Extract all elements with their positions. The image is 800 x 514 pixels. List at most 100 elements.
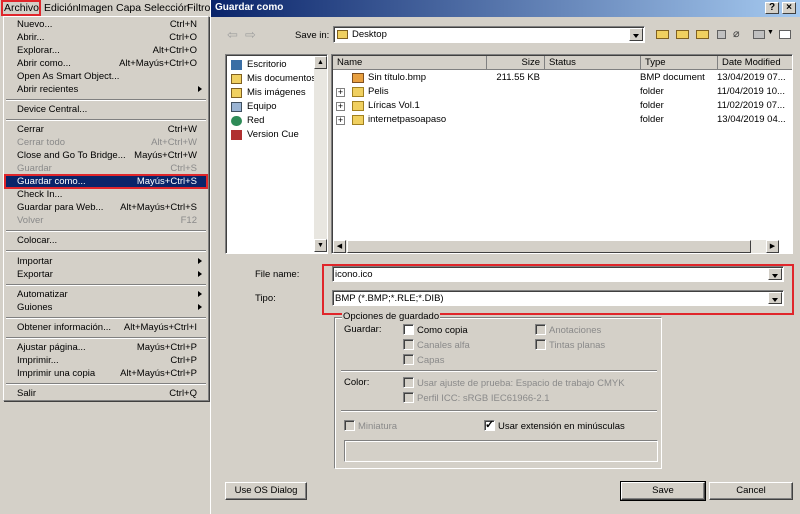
places-scrollbar[interactable]: ▲ ▼ bbox=[314, 56, 327, 252]
menu-separator bbox=[6, 317, 206, 319]
scroll-down-icon[interactable]: ▼ bbox=[314, 239, 327, 252]
menu-item-guardar-web[interactable]: Guardar para Web... Alt+Mayús+Ctrl+S bbox=[5, 201, 207, 214]
menu-item-abrir-como[interactable]: Abrir como... Alt+Mayús+Ctrl+O bbox=[5, 57, 207, 70]
menu-item-check-in[interactable]: Check In... bbox=[5, 188, 207, 201]
canales-alfa-label: Canales alfa bbox=[417, 340, 470, 351]
menu-item-exportar[interactable]: Exportar bbox=[5, 268, 207, 281]
minusculas-checkbox[interactable] bbox=[484, 418, 495, 431]
chevron-down-icon[interactable]: ▼ bbox=[767, 29, 774, 36]
tintas-planas-checkbox bbox=[535, 339, 546, 350]
computer-icon bbox=[231, 102, 242, 112]
menu-capa[interactable]: Capa bbox=[114, 1, 143, 15]
file-row[interactable]: + Pelis folder 11/04/2019 10... bbox=[332, 85, 785, 99]
back-arrow-icon[interactable]: ⇦ bbox=[227, 27, 238, 43]
menu-item-abrir-recientes[interactable]: Abrir recientes bbox=[5, 83, 207, 96]
place-mis-documentos[interactable]: Mis documentos bbox=[228, 72, 318, 86]
column-size[interactable]: Size bbox=[487, 56, 545, 70]
expand-icon[interactable]: + bbox=[336, 88, 345, 97]
tools-menu-icon[interactable] bbox=[753, 28, 767, 40]
type-select[interactable]: BMP (*.BMP;*.RLE;*.DIB) bbox=[332, 290, 784, 306]
menu-item-cerrar[interactable]: Cerrar Ctrl+W bbox=[5, 123, 207, 136]
chevron-down-icon[interactable] bbox=[629, 28, 643, 41]
archivo-dropdown-menu: Nuevo... Ctrl+N Abrir... Ctrl+O Explorar..… bbox=[3, 16, 209, 401]
version-cue-icon bbox=[231, 130, 242, 140]
type-value: BMP (*.BMP;*.RLE;*.DIB) bbox=[335, 293, 444, 304]
place-mis-imagenes[interactable]: Mis imágenes bbox=[228, 86, 318, 100]
menu-item-explorar[interactable]: Explorar... Alt+Ctrl+O bbox=[5, 44, 207, 57]
new-folder-icon[interactable] bbox=[676, 28, 690, 40]
save-button[interactable]: Save bbox=[620, 481, 706, 501]
file-row[interactable]: Sin título.bmp 211.55 KB BMP document 13… bbox=[332, 71, 786, 85]
place-red[interactable]: Red bbox=[228, 114, 318, 128]
desktop-icon bbox=[231, 60, 242, 70]
scroll-right-icon[interactable]: ▶ bbox=[766, 240, 779, 253]
menu-item-salir[interactable]: Salir Ctrl+Q bbox=[5, 387, 207, 400]
help-button[interactable]: ? bbox=[765, 2, 779, 14]
menu-item-guiones[interactable]: Guiones bbox=[5, 301, 207, 314]
use-os-dialog-button[interactable]: Use OS Dialog bbox=[225, 482, 307, 500]
trash-icon[interactable] bbox=[715, 28, 729, 40]
miniatura-checkbox bbox=[344, 420, 355, 431]
menu-separator bbox=[6, 230, 206, 232]
menu-item-colocar[interactable]: Colocar... bbox=[5, 234, 207, 247]
close-button[interactable]: × bbox=[782, 2, 796, 14]
menu-archivo[interactable]: Archivo bbox=[1, 0, 41, 16]
column-date[interactable]: Date Modified bbox=[718, 56, 792, 70]
menu-imagen[interactable]: Imagen bbox=[76, 1, 115, 15]
menu-item-obtener-informacion[interactable]: Obtener información... Alt+Mayús+Ctrl+I bbox=[5, 321, 207, 334]
menu-item-cerrar-todo: Cerrar todo Alt+Ctrl+W bbox=[17, 137, 197, 148]
places-panel: Escritorio Mis documentos Mis imágenes E… bbox=[225, 54, 328, 254]
forward-arrow-icon[interactable]: ⇨ bbox=[245, 27, 256, 43]
cancel-button[interactable]: Cancel bbox=[709, 482, 793, 500]
tintas-planas-label: Tintas planas bbox=[549, 340, 606, 351]
folder-icon bbox=[352, 101, 364, 111]
file-list-header: Name Size Status Type Date Modified bbox=[333, 56, 792, 71]
menu-item-device-central[interactable]: Device Central... bbox=[5, 103, 207, 116]
menu-item-open-as-smart-object[interactable]: Open As Smart Object... bbox=[5, 70, 207, 83]
como-copia-checkbox[interactable] bbox=[403, 324, 414, 335]
scroll-up-icon[interactable]: ▲ bbox=[314, 56, 327, 69]
file-list-hscrollbar[interactable]: ◀ ▶ bbox=[333, 240, 779, 253]
menu-item-guardar-como[interactable]: Guardar como... Mayús+Ctrl+S bbox=[4, 174, 208, 189]
menu-item-close-go-bridge[interactable]: Close and Go To Bridge... Mayús+Ctrl+W bbox=[5, 149, 207, 162]
folder-icon bbox=[352, 87, 364, 97]
chevron-down-icon[interactable] bbox=[768, 268, 782, 280]
view-menu-icon[interactable] bbox=[779, 28, 793, 40]
menu-separator bbox=[6, 337, 206, 339]
menu-filtro[interactable]: Filtro bbox=[185, 1, 212, 15]
bmp-file-icon bbox=[352, 73, 364, 83]
scroll-left-icon[interactable]: ◀ bbox=[333, 240, 346, 253]
file-row[interactable]: + internetpasoapaso folder 13/04/2019 04… bbox=[332, 113, 786, 127]
minusculas-label: Usar extensión en minúsculas bbox=[498, 421, 625, 432]
column-type[interactable]: Type bbox=[641, 56, 718, 70]
place-escritorio[interactable]: Escritorio bbox=[228, 58, 318, 72]
place-version-cue[interactable]: Version Cue bbox=[228, 128, 318, 142]
folder-icon[interactable] bbox=[696, 28, 710, 40]
scroll-thumb[interactable] bbox=[347, 240, 751, 253]
menu-item-imprimir[interactable]: Imprimir... Ctrl+P bbox=[5, 354, 207, 367]
menu-item-automatizar[interactable]: Automatizar bbox=[5, 288, 207, 301]
file-name-value: icono.ico bbox=[335, 269, 373, 280]
save-in-combo[interactable]: Desktop bbox=[333, 26, 645, 43]
menu-item-guardar: Guardar Ctrl+S bbox=[17, 163, 197, 174]
canales-alfa-checkbox bbox=[403, 339, 414, 350]
file-name-label: File name: bbox=[255, 269, 300, 280]
version-cue-icon[interactable]: ⌀ bbox=[733, 28, 747, 40]
file-name-input[interactable]: icono.ico bbox=[332, 266, 784, 282]
column-name[interactable]: Name bbox=[333, 56, 487, 70]
menu-item-ajustar-pagina[interactable]: Ajustar página... Mayús+Ctrl+P bbox=[5, 341, 207, 354]
menu-item-nuevo[interactable]: Nuevo... Ctrl+N bbox=[5, 18, 207, 31]
expand-icon[interactable]: + bbox=[336, 102, 345, 111]
menu-separator bbox=[6, 250, 206, 252]
menu-item-importar[interactable]: Importar bbox=[5, 255, 207, 268]
folder-up-icon[interactable] bbox=[656, 28, 670, 40]
pictures-icon bbox=[231, 88, 242, 98]
menu-edicion[interactable]: Edición bbox=[42, 1, 80, 15]
file-row[interactable]: + Líricas Vol.1 folder 11/02/2019 07... bbox=[332, 99, 785, 113]
place-equipo[interactable]: Equipo bbox=[228, 100, 318, 114]
expand-icon[interactable]: + bbox=[336, 116, 345, 125]
chevron-down-icon[interactable] bbox=[768, 292, 782, 304]
menu-item-imprimir-copia[interactable]: Imprimir una copia Alt+Mayús+Ctrl+P bbox=[5, 367, 207, 380]
menu-item-abrir[interactable]: Abrir... Ctrl+O bbox=[5, 31, 207, 44]
column-status[interactable]: Status bbox=[545, 56, 641, 70]
